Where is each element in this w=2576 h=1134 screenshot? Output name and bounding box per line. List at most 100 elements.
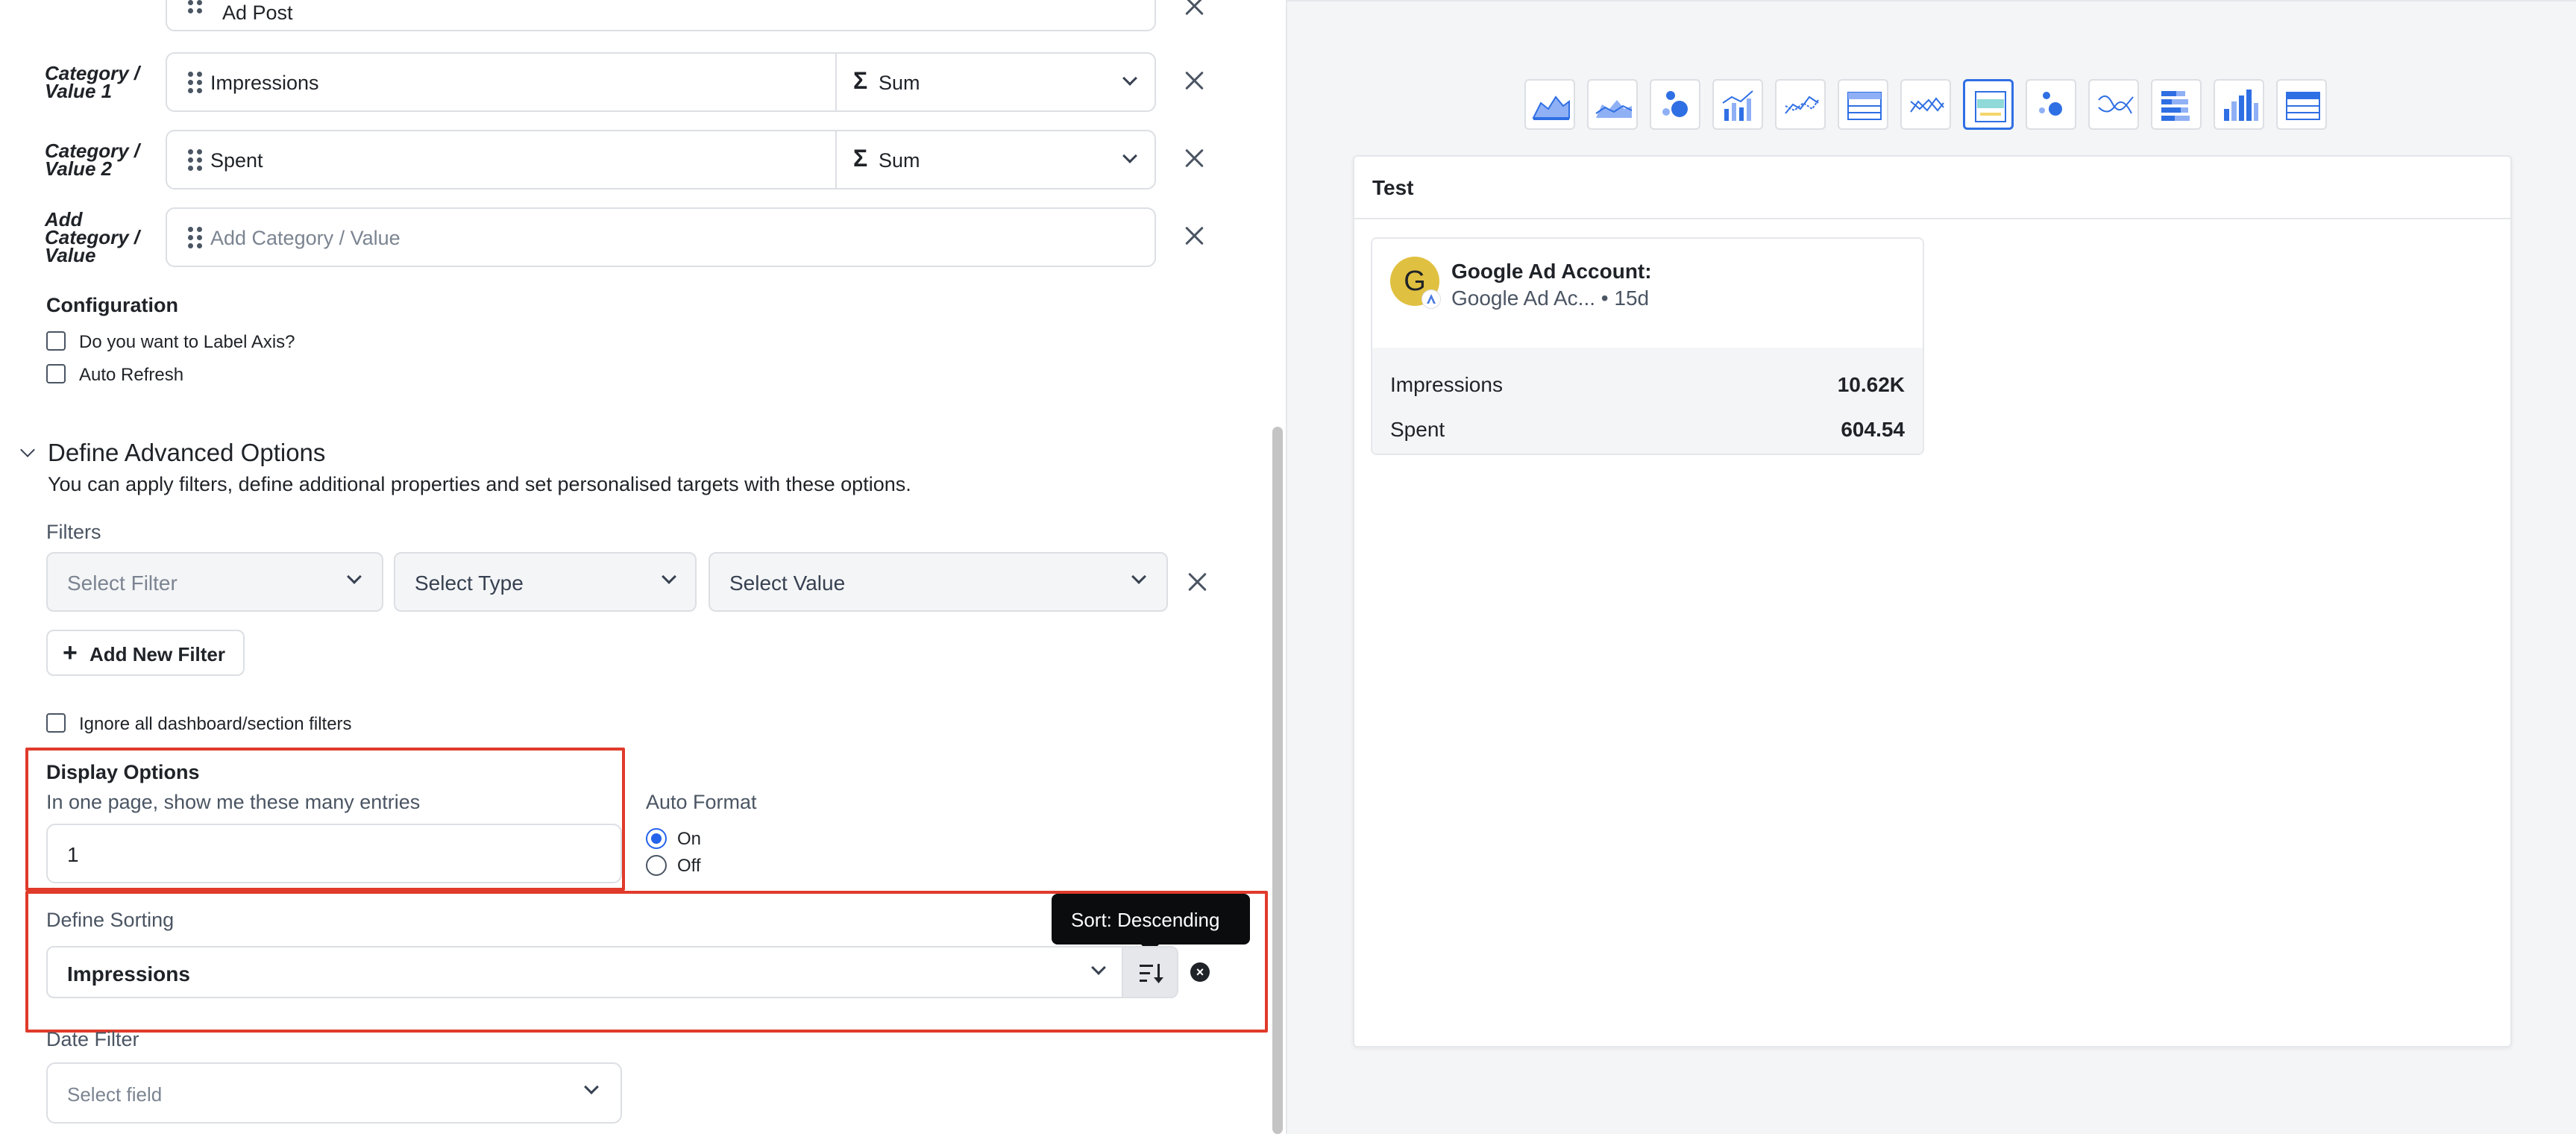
remove-field-icon[interactable] xyxy=(1184,0,1205,16)
select-value-text: Select Value xyxy=(729,571,846,595)
bubble-chart-icon xyxy=(1662,91,1688,117)
chart-type-bubble[interactable] xyxy=(1650,79,1700,130)
value2-aggregation[interactable]: Sum xyxy=(879,149,920,172)
entries-per-page-input[interactable]: 1 xyxy=(46,824,622,883)
auto-format-off-radio[interactable] xyxy=(646,855,667,876)
label-axis-checkbox[interactable] xyxy=(46,331,66,351)
value2-label: Category / Value 2 xyxy=(45,140,140,180)
line-chart-icon xyxy=(1785,95,1819,114)
auto-refresh-checkbox[interactable] xyxy=(46,364,66,383)
select-type-text: Select Type xyxy=(415,571,524,595)
select-filter-dropdown[interactable]: Select Filter xyxy=(46,552,383,612)
stacked-area-icon xyxy=(1595,100,1633,118)
value2-field[interactable]: Spent Σ Sum xyxy=(166,130,1156,189)
chevron-down-icon xyxy=(347,569,362,584)
chart-type-table[interactable] xyxy=(1838,79,1888,130)
bar-line-icon xyxy=(1722,90,1753,121)
advanced-options-title[interactable]: Define Advanced Options xyxy=(48,439,325,467)
clear-sort-icon[interactable]: × xyxy=(1190,962,1210,982)
auto-format-title: Auto Format xyxy=(646,791,757,813)
category-field-ad-post[interactable]: Ad Post xyxy=(166,0,1156,31)
chevron-down-icon[interactable] xyxy=(1122,71,1137,86)
preview-top-border xyxy=(1286,0,2576,1)
chart-type-scatter[interactable] xyxy=(2026,79,2076,130)
select-type-dropdown[interactable]: Select Type xyxy=(394,552,697,612)
remove-value2-icon[interactable] xyxy=(1184,148,1205,169)
chevron-down-icon xyxy=(1131,569,1146,584)
chevron-down-icon xyxy=(584,1080,599,1094)
add-new-filter-button[interactable]: + Add New Filter xyxy=(46,630,245,676)
select-filter-text: Select Filter xyxy=(67,571,178,595)
drag-handle-icon[interactable] xyxy=(188,227,203,249)
chart-type-spline[interactable] xyxy=(2088,79,2139,130)
date-filter-title: Date Filter xyxy=(46,1028,139,1050)
account-subtitle: Google Ad Ac... • 15d xyxy=(1451,286,1650,310)
add-category-field[interactable]: Add Category / Value xyxy=(166,207,1156,267)
chevron-down-icon xyxy=(662,569,676,584)
sort-tooltip-text: Sort: Descending xyxy=(1071,909,1220,931)
account-name: Google Ad Account: xyxy=(1451,260,1652,283)
remove-add-field-icon[interactable] xyxy=(1184,225,1205,246)
drag-handle-icon[interactable] xyxy=(188,72,203,94)
add-category-label: Add Category / Value xyxy=(45,208,140,266)
chart-type-stacked-bar[interactable] xyxy=(2151,79,2202,130)
chart-type-stacked-area[interactable] xyxy=(1587,79,1638,130)
widget-header: Test xyxy=(1354,157,2510,219)
chart-type-column[interactable] xyxy=(2214,79,2264,130)
metric-value: 10.62K xyxy=(1837,373,1905,396)
chart-type-bar-line[interactable] xyxy=(1712,79,1763,130)
metric-name: Spent xyxy=(1390,418,1445,441)
chevron-down-icon[interactable] xyxy=(1122,148,1137,163)
sort-direction-button[interactable] xyxy=(1122,947,1177,997)
ignore-filters-label: Ignore all dashboard/section filters xyxy=(79,714,352,734)
multi-line-icon xyxy=(1910,97,1944,113)
sort-descending-icon xyxy=(1140,964,1163,983)
chart-type-line[interactable] xyxy=(1775,79,1826,130)
summary-card-icon xyxy=(1975,91,2006,122)
ignore-filters-checkbox[interactable] xyxy=(46,713,66,733)
auto-format-on-radio[interactable] xyxy=(646,828,667,849)
add-new-filter-label: Add New Filter xyxy=(89,643,226,665)
chart-type-summary-card[interactable] xyxy=(1963,79,2014,130)
select-value-dropdown[interactable]: Select Value xyxy=(709,552,1168,612)
scrollbar-thumb[interactable] xyxy=(1272,427,1283,1134)
remove-value1-icon[interactable] xyxy=(1184,70,1205,91)
chart-type-multi-line[interactable] xyxy=(1900,79,1951,130)
card-header: G Google Ad Account: Google Ad Ac... • 1… xyxy=(1372,239,1923,348)
value1-field[interactable]: Impressions Σ Sum xyxy=(166,52,1156,112)
metric-name: Impressions xyxy=(1390,373,1503,396)
value1-label: Category / Value 1 xyxy=(45,62,140,102)
advanced-options-description: You can apply filters, define additional… xyxy=(48,473,911,495)
widget-title: Test xyxy=(1372,176,1414,199)
date-filter-select[interactable]: Select field xyxy=(46,1062,622,1124)
metric-value: 604.54 xyxy=(1841,418,1905,441)
chart-type-area[interactable] xyxy=(1524,79,1575,130)
sort-field-value: Impressions xyxy=(67,962,190,986)
value1-field-name: Impressions xyxy=(210,72,319,94)
chart-type-grid[interactable] xyxy=(2276,79,2327,130)
plus-icon: + xyxy=(63,639,78,667)
label-axis-label: Do you want to Label Axis? xyxy=(79,332,295,352)
display-options-title: Display Options xyxy=(46,761,200,783)
sort-tooltip: Sort: Descending xyxy=(1052,894,1250,945)
area-chart-icon xyxy=(1532,95,1570,120)
configuration-title: Configuration xyxy=(46,294,178,316)
filters-label: Filters xyxy=(46,521,101,543)
sort-field-select[interactable]: Impressions xyxy=(46,946,1178,998)
auto-refresh-label: Auto Refresh xyxy=(79,365,184,385)
value1-aggregation[interactable]: Sum xyxy=(879,72,920,95)
remove-filter-icon[interactable] xyxy=(1187,571,1208,592)
stacked-bar-icon xyxy=(2161,91,2190,121)
sigma-icon: Σ xyxy=(853,145,868,172)
column-chart-icon xyxy=(2224,90,2258,121)
grid-table-icon xyxy=(2286,92,2320,120)
field-value: Ad Post xyxy=(222,1,293,24)
display-options-description: In one page, show me these many entries xyxy=(46,791,421,813)
summary-card[interactable]: G Google Ad Account: Google Ad Ac... • 1… xyxy=(1371,237,1924,455)
auto-format-off-label: Off xyxy=(677,856,701,876)
value2-field-name: Spent xyxy=(210,149,263,172)
drag-handle-icon[interactable] xyxy=(188,0,203,22)
drag-handle-icon[interactable] xyxy=(188,149,203,172)
card-metrics: Impressions 10.62K Spent 604.54 xyxy=(1372,348,1923,454)
chevron-down-icon[interactable] xyxy=(1091,960,1106,975)
